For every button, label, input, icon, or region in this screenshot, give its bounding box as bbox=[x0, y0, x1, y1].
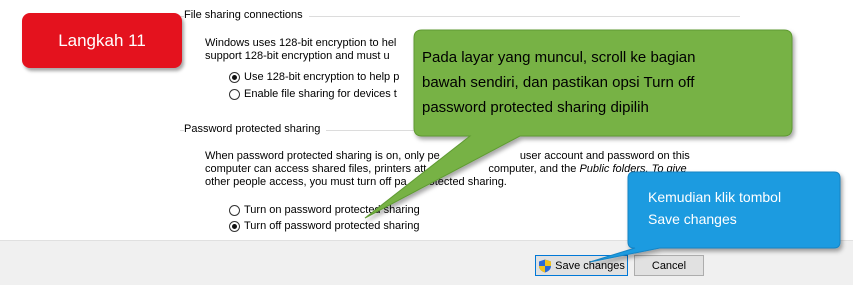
option-128bit-encryption[interactable]: Use 128-bit encryption to help p bbox=[229, 71, 399, 83]
cancel-button[interactable]: Cancel bbox=[634, 255, 704, 276]
file-sharing-description: Windows uses 128-bit encryption to hel s… bbox=[205, 37, 397, 62]
radio-selected-icon[interactable] bbox=[229, 71, 240, 83]
radio-unselected-icon[interactable] bbox=[229, 88, 240, 100]
option-turn-off-password-sharing[interactable]: Turn off password protected sharing bbox=[229, 220, 419, 232]
uac-shield-icon bbox=[539, 259, 552, 272]
option-turn-on-password-sharing[interactable]: Turn on password protected sharing bbox=[229, 204, 420, 216]
password-sharing-group-title: Password protected sharing bbox=[184, 123, 327, 135]
step-label-badge: Langkah 11 bbox=[22, 13, 182, 68]
radio-selected-icon[interactable] bbox=[229, 220, 240, 232]
option-40-56bit-encryption[interactable]: Enable file sharing for devices t bbox=[229, 88, 397, 100]
main-callout-text: Pada layar yang muncul, scroll ke bagian… bbox=[422, 49, 696, 116]
save-changes-button[interactable]: Save changes bbox=[535, 255, 628, 276]
dialog-footer: Save changes Cancel bbox=[0, 240, 853, 285]
password-sharing-description: When password protected sharing is on, o… bbox=[205, 150, 690, 188]
file-sharing-group-title: File sharing connections bbox=[184, 9, 309, 21]
save-callout-text: Kemudian klik tombol Save changes bbox=[648, 189, 782, 227]
radio-unselected-icon[interactable] bbox=[229, 204, 240, 216]
